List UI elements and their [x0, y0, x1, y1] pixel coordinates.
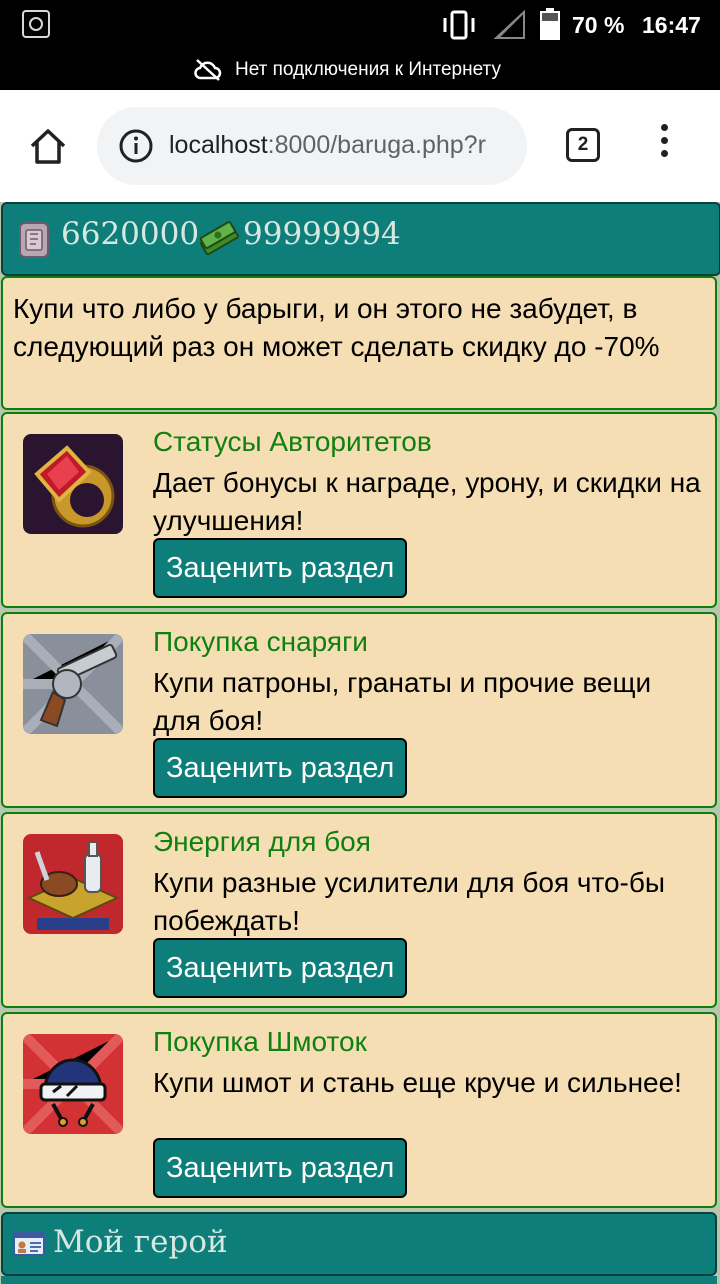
info-icon[interactable]	[119, 129, 153, 163]
battery-icon	[540, 8, 560, 40]
page-content: 6620000 99999994 Купи что либо у барыги,…	[0, 202, 720, 1284]
info-panel: Купи что либо у барыги, и он этого не за…	[1, 276, 717, 410]
view-section-button[interactable]: Заценить раздел	[153, 738, 408, 798]
my-hero-label[interactable]: Мой герой	[53, 1224, 228, 1260]
coin-stack-icon	[19, 222, 49, 258]
url-text[interactable]: localhost:8000/baruga.php?r	[169, 131, 514, 160]
card-title[interactable]: Статусы Авторитетов	[153, 426, 432, 458]
card-description: Купи патроны, гранаты и прочие вещи для …	[153, 667, 652, 736]
id-card-icon	[13, 1232, 45, 1256]
tab-switcher-button[interactable]: 2	[566, 128, 600, 162]
cash-value: 99999994	[243, 216, 401, 252]
signal-icon	[494, 10, 525, 39]
card-description: Купи разные усилители для боя что-бы поб…	[153, 867, 666, 936]
next-bar-edge	[1, 1276, 717, 1284]
section-card-energy: Энергия для боя Купи разные усилители дл…	[1, 812, 717, 1008]
clock: 16:47	[642, 12, 701, 38]
browser-toolbar: localhost:8000/baruga.php?r 2	[0, 90, 720, 202]
offline-banner: Нет подключения к Интернету	[0, 52, 720, 90]
card-description: Дает бонусы к награде, урону, и скидки н…	[153, 467, 701, 536]
coins-value: 6620000	[61, 216, 200, 252]
offline-text: Нет подключения к Интернету	[235, 59, 501, 80]
status-bar: 70 % 16:47	[0, 0, 720, 52]
battery-percent: 70 %	[572, 12, 625, 38]
food-tray-icon	[23, 834, 123, 934]
notification-app-icon	[22, 10, 50, 38]
section-card-clothes: Покупка Шмоток Купи шмот и стань еще кру…	[1, 1012, 717, 1208]
view-section-button[interactable]: Заценить раздел	[153, 938, 408, 998]
gold-ring-icon	[23, 434, 123, 534]
card-title[interactable]: Покупка Шмоток	[153, 1026, 367, 1058]
revolver-icon	[23, 634, 123, 734]
card-title[interactable]: Энергия для боя	[153, 826, 371, 858]
section-card-gear: Покупка снаряги Купи патроны, гранаты и …	[1, 612, 717, 808]
url-path: :8000/baruga.php?r	[267, 131, 486, 159]
vibrate-icon	[443, 10, 475, 40]
helmet-icon	[23, 1034, 123, 1134]
currency-bar: 6620000 99999994	[1, 202, 720, 276]
card-title[interactable]: Покупка снаряги	[153, 626, 368, 658]
info-text: Купи что либо у барыги, и он этого не за…	[13, 293, 660, 362]
home-icon[interactable]	[28, 126, 68, 166]
view-section-button[interactable]: Заценить раздел	[153, 538, 408, 598]
my-hero-link[interactable]: Мой герой	[1, 1212, 717, 1276]
cloud-off-icon	[194, 59, 222, 81]
address-bar[interactable]: localhost:8000/baruga.php?r	[97, 107, 527, 185]
url-host: localhost	[169, 131, 268, 159]
card-description: Купи шмот и стань еще круче и сильнее!	[153, 1067, 682, 1098]
overflow-menu-icon[interactable]	[652, 124, 676, 168]
view-section-button[interactable]: Заценить раздел	[153, 1138, 408, 1198]
section-card-statuses: Статусы Авторитетов Дает бонусы к наград…	[1, 412, 717, 608]
cash-icon	[199, 221, 239, 256]
